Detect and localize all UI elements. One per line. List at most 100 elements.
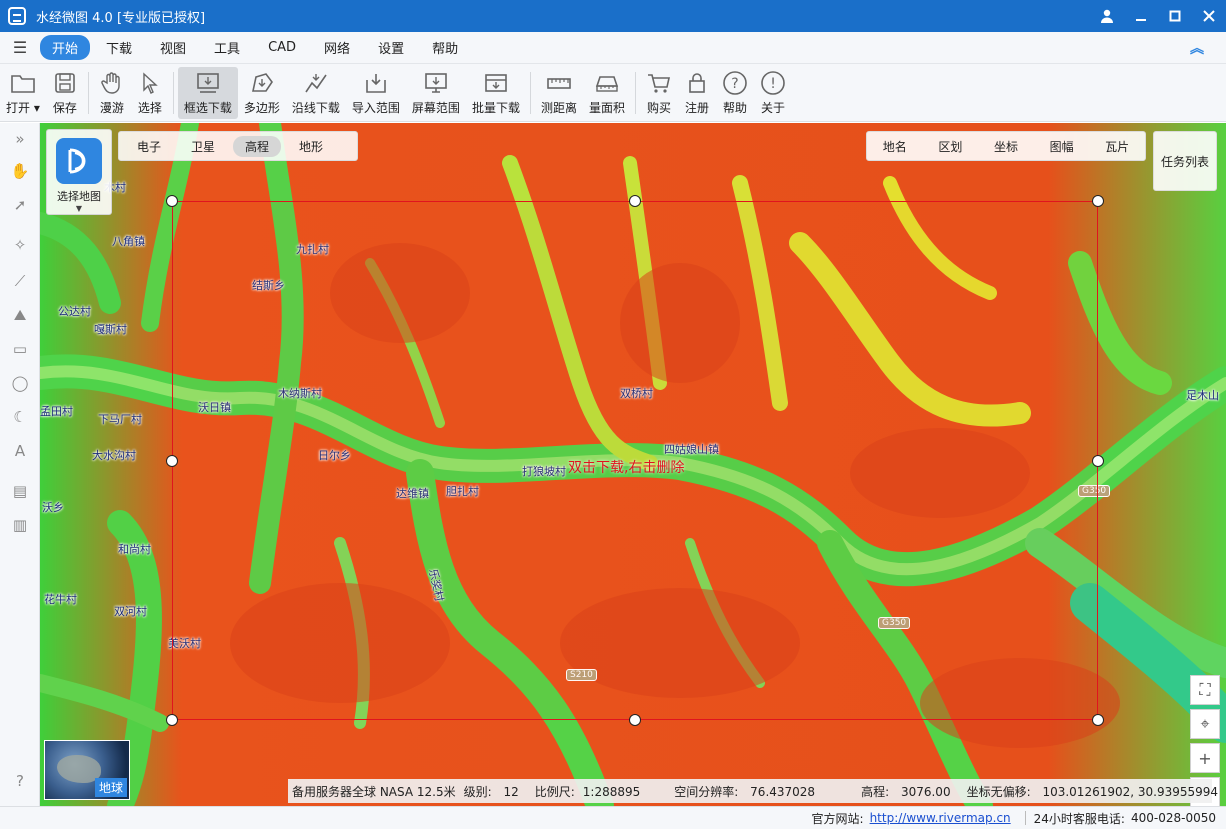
add-point-icon[interactable]: ✧ [8, 233, 32, 257]
hand-icon [99, 70, 125, 96]
hotline-label: 24小时客服电话: [1033, 811, 1125, 826]
add-circle-icon[interactable]: ◯ [8, 371, 32, 395]
select-label: 选择 [137, 100, 162, 115]
help-button[interactable]: ? 帮助 [716, 67, 754, 119]
locate-crosshair-icon[interactable]: ⌖ [1190, 709, 1220, 739]
toolbar-divider [634, 71, 636, 114]
register-button[interactable]: 注册 [678, 67, 716, 119]
add-line-icon[interactable]: ⟋ [8, 269, 32, 293]
map-canvas[interactable]: 八角镇 九扎村 结斯乡 公达村 嘎斯村 沃日镇 木纳斯村 双桥村 四姑娘山镇 日… [40, 123, 1226, 806]
status-divider [1024, 811, 1026, 825]
choose-map-button[interactable]: 选择地图 ▼ [46, 129, 112, 215]
overlay-coordinates[interactable]: 坐标 [994, 138, 1018, 155]
menu-download[interactable]: 下载 [94, 35, 144, 60]
layer-electronic[interactable]: 电子 [125, 136, 173, 157]
zoom-in-button[interactable]: + [1190, 743, 1220, 773]
layer-switcher: 电子 卫星 高程 地形 [118, 131, 358, 161]
measure-distance-button[interactable]: 测距离 [535, 67, 583, 119]
measure-area-button[interactable]: 量面积 [583, 67, 631, 119]
maximize-button[interactable] [1158, 0, 1192, 32]
map-status-bar: 备用服务器全球 NASA 12.5米 级别: 12 比例尺: 1:288895 空… [288, 779, 1218, 803]
overlay-tiles[interactable]: 瓦片 [1105, 138, 1129, 155]
hand-icon[interactable]: ✋ [8, 159, 32, 183]
resize-handle[interactable] [1092, 455, 1104, 467]
elevation-label: 高程: [861, 784, 890, 799]
task-list-button[interactable]: 任务列表 [1153, 131, 1217, 191]
hamburger-menu-icon[interactable]: ☰ [0, 38, 40, 57]
open-button[interactable]: 打开 ▾ [0, 67, 46, 119]
menu-tools[interactable]: 工具 [202, 35, 252, 60]
add-polygon-icon[interactable]: ⛰ [8, 303, 32, 327]
batch-download-button[interactable]: 批量下载 [466, 67, 526, 119]
question-icon: ? [722, 70, 748, 96]
website-label: 官方网站: [811, 811, 864, 826]
resize-handle[interactable] [166, 714, 178, 726]
collapse-ribbon-icon[interactable]: ︽ [1190, 38, 1204, 58]
resize-handle[interactable] [1092, 195, 1104, 207]
place-label: 公达村 [58, 305, 91, 318]
batch-download-label: 批量下载 [471, 100, 520, 115]
toolbar-divider [172, 71, 174, 114]
add-rectangle-icon[interactable]: ▭ [8, 337, 32, 361]
about-label: 关于 [760, 100, 785, 115]
line-download-label: 沿线下载 [291, 100, 340, 115]
menu-settings[interactable]: 设置 [366, 35, 416, 60]
import-range-button[interactable]: 导入范围 [346, 67, 406, 119]
measure-distance-label: 测距离 [540, 100, 577, 115]
save-button[interactable]: 保存 [46, 67, 84, 119]
layer-elevation[interactable]: 高程 [233, 135, 282, 157]
line-download-button[interactable]: 沿线下载 [286, 67, 346, 119]
layer-terrain[interactable]: 地形 [287, 136, 335, 157]
save-label: 保存 [52, 100, 77, 115]
expand-panel-icon[interactable]: » [8, 127, 32, 151]
resize-handle[interactable] [166, 195, 178, 207]
menu-view[interactable]: 视图 [148, 35, 198, 60]
add-sector-icon[interactable]: ☾ [8, 405, 32, 429]
minimize-button[interactable] [1124, 0, 1158, 32]
buy-button[interactable]: 购买 [640, 67, 678, 119]
scale-label: 比例尺: [534, 784, 575, 799]
zoom-level-label: 级别: [463, 784, 492, 799]
menu-cad[interactable]: CAD [256, 37, 308, 58]
resize-handle[interactable] [1092, 714, 1104, 726]
help-circle-icon[interactable]: ? [8, 769, 32, 793]
toolbar-divider [529, 71, 531, 114]
fullscreen-icon[interactable]: ⛶ [1190, 675, 1220, 705]
save-icon [52, 70, 78, 96]
buy-label: 购买 [646, 100, 671, 115]
select-button[interactable]: 选择 [131, 67, 169, 119]
box-download-button[interactable]: 框选下载 [177, 66, 238, 119]
place-label: 花牛村 [44, 593, 77, 606]
menu-help[interactable]: 帮助 [420, 35, 470, 60]
menu-network[interactable]: 网络 [312, 35, 362, 60]
layer-satellite[interactable]: 卫星 [179, 136, 227, 157]
ruler-icon [546, 70, 572, 96]
screen-range-button[interactable]: 屏幕范围 [406, 67, 466, 119]
polygon-button[interactable]: 多边形 [238, 67, 286, 119]
place-label: 嘎斯村 [94, 323, 127, 336]
ruler-icon[interactable]: ▤ [8, 479, 32, 503]
place-label: 八角镇 [112, 235, 145, 248]
menu-start[interactable]: 开始 [40, 35, 91, 60]
title-bar: 水经微图 4.0 [专业版已授权] [0, 0, 1226, 32]
area-measure-icon[interactable]: ▥ [8, 513, 32, 537]
resize-handle[interactable] [629, 714, 641, 726]
pan-button[interactable]: 漫游 [93, 67, 131, 119]
resize-handle[interactable] [166, 455, 178, 467]
cursor-arrow-icon[interactable]: ➚ [8, 193, 32, 217]
left-tool-bar: » ✋ ➚ ✧ ⟋ ⛰ ▭ ◯ ☾ A ▤ ▥ ? [0, 123, 40, 806]
close-button[interactable] [1192, 0, 1226, 32]
add-text-icon[interactable]: A [8, 439, 32, 463]
overlay-districts[interactable]: 区划 [938, 138, 962, 155]
place-label: 大水沟村 [92, 449, 136, 462]
overlay-place-names[interactable]: 地名 [883, 138, 907, 155]
scale-value: 1:288895 [582, 784, 641, 799]
batch-download-icon [483, 70, 509, 96]
globe-view-button[interactable]: 地球 [44, 740, 130, 800]
user-icon[interactable] [1090, 0, 1124, 32]
about-button[interactable]: ! 关于 [754, 67, 792, 119]
website-link[interactable]: http://www.rivermap.cn [870, 811, 1011, 825]
overlay-map-sheets[interactable]: 图幅 [1050, 138, 1074, 155]
resize-handle[interactable] [629, 195, 641, 207]
box-download-icon [195, 70, 221, 96]
